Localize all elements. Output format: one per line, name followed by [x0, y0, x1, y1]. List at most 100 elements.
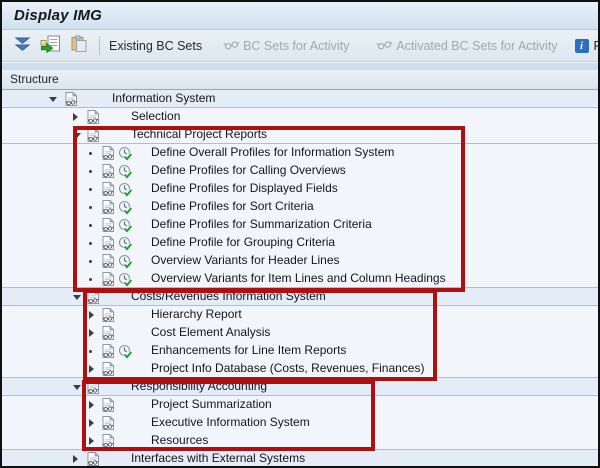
structure-header-label: Structure: [10, 72, 59, 86]
tree-row: Project Info Database (Costs, Revenues, …: [2, 360, 598, 378]
tree-item-label[interactable]: Resources: [151, 432, 208, 449]
img-node-doc-icon[interactable]: [101, 397, 117, 413]
img-node-doc-icon[interactable]: [86, 109, 102, 125]
tree-item-label[interactable]: Define Profiles for Sort Criteria: [151, 198, 314, 215]
leaf-bullet-icon: [89, 152, 92, 155]
tree-item-label[interactable]: Hierarchy Report: [151, 306, 242, 323]
activated-bc-sets-for-activity-button[interactable]: Activated BC Sets for Activity: [376, 38, 557, 54]
expand-triangle-icon[interactable]: [89, 401, 94, 409]
leaf-bullet-icon: [89, 170, 92, 173]
tree-item-label[interactable]: Responsibility Accounting: [131, 378, 267, 395]
tree-item-label[interactable]: Define Profile for Grouping Criteria: [151, 234, 335, 251]
paste-icon-button[interactable]: [68, 34, 89, 58]
tree-item-label[interactable]: Define Profiles for Summarization Criter…: [151, 216, 372, 233]
expand-triangle-icon[interactable]: [89, 365, 94, 373]
existing-bc-sets-label: Existing BC Sets: [109, 39, 202, 53]
expand-triangle-icon[interactable]: [73, 113, 78, 121]
tree-item-label[interactable]: Project Summarization: [151, 396, 272, 413]
leaf-bullet-icon: [89, 242, 92, 245]
tree-row: Overview Variants for Header Lines: [2, 252, 598, 270]
expand-triangle-icon[interactable]: [73, 455, 78, 463]
img-node-doc-icon[interactable]: [101, 235, 117, 251]
img-node-doc-icon[interactable]: [101, 217, 117, 233]
img-activity-icon[interactable]: [118, 199, 134, 215]
tree-item-label[interactable]: Overview Variants for Header Lines: [151, 252, 340, 269]
img-activity-icon[interactable]: [118, 343, 134, 359]
collapse-triangle-icon[interactable]: [73, 385, 81, 390]
bc-sets-for-activity-label: BC Sets for Activity: [243, 39, 349, 53]
img-activity-icon[interactable]: [118, 253, 134, 269]
leaf-bullet-icon: [89, 260, 92, 263]
toolbar-separator: [99, 36, 100, 55]
img-node-doc-icon[interactable]: [64, 91, 80, 107]
img-node-doc-icon[interactable]: [101, 343, 117, 359]
img-activity-icon[interactable]: [118, 271, 134, 287]
img-node-doc-icon[interactable]: [101, 145, 117, 161]
tree-row: Responsibility Accounting: [2, 378, 598, 396]
img-node-doc-icon[interactable]: [101, 253, 117, 269]
tree-item-label[interactable]: Interfaces with External Systems: [131, 450, 305, 467]
img-node-doc-icon[interactable]: [86, 127, 102, 143]
window-titlebar: Display IMG: [2, 2, 598, 30]
filter-icon-button[interactable]: [12, 34, 33, 58]
page-title: Display IMG: [2, 2, 102, 29]
tree-item-label[interactable]: Define Overall Profiles for Information …: [151, 144, 394, 161]
tree-row: Hierarchy Report: [2, 306, 598, 324]
img-activity-icon[interactable]: [118, 163, 134, 179]
img-node-doc-icon[interactable]: [101, 415, 117, 431]
tree-item-label[interactable]: Information System: [112, 90, 215, 107]
tree-row: Resources: [2, 432, 598, 450]
tree-row: Selection: [2, 108, 598, 126]
tree-row: Define Overall Profiles for Information …: [2, 144, 598, 162]
img-node-doc-icon[interactable]: [86, 289, 102, 305]
expand-triangle-icon[interactable]: [89, 311, 94, 319]
img-node-doc-icon[interactable]: [86, 379, 102, 395]
insert-in-bc-set-icon-button[interactable]: [39, 34, 62, 58]
tree-row: Information System: [2, 90, 598, 108]
tree-item-label[interactable]: Define Profiles for Calling Overviews: [151, 162, 346, 179]
sap-display-img-window: Display IMG: [0, 0, 600, 468]
img-node-doc-icon[interactable]: [86, 451, 102, 467]
img-node-doc-icon[interactable]: [101, 271, 117, 287]
clipboard-icon: [69, 35, 88, 56]
leaf-bullet-icon: [89, 188, 92, 191]
img-node-doc-icon[interactable]: [101, 163, 117, 179]
img-activity-icon[interactable]: [118, 235, 134, 251]
tree-item-label[interactable]: Overview Variants for Item Lines and Col…: [151, 270, 446, 287]
expand-triangle-icon[interactable]: [89, 437, 94, 445]
tree-row: Interfaces with External Systems: [2, 450, 598, 468]
tree-item-label[interactable]: Selection: [131, 108, 180, 125]
collapse-triangle-icon[interactable]: [73, 295, 81, 300]
leaf-bullet-icon: [89, 206, 92, 209]
tree-item-label[interactable]: Costs/Revenues Information System: [131, 288, 326, 305]
tree-item-label[interactable]: Define Profiles for Displayed Fields: [151, 180, 338, 197]
img-activity-icon[interactable]: [118, 145, 134, 161]
double-chevron-down-icon: [13, 37, 32, 55]
leaf-bullet-icon: [89, 278, 92, 281]
leaf-bullet-icon: [89, 350, 92, 353]
tree-item-label[interactable]: Project Info Database (Costs, Revenues, …: [151, 360, 424, 377]
img-node-doc-icon[interactable]: [101, 199, 117, 215]
img-node-doc-icon[interactable]: [101, 361, 117, 377]
expand-triangle-icon[interactable]: [89, 329, 94, 337]
expand-triangle-icon[interactable]: [89, 419, 94, 427]
collapse-triangle-icon[interactable]: [73, 133, 81, 138]
img-node-doc-icon[interactable]: [101, 181, 117, 197]
tree-item-label[interactable]: Enhancements for Line Item Reports: [151, 342, 346, 359]
activated-bc-sets-for-activity-label: Activated BC Sets for Activity: [396, 39, 557, 53]
img-node-doc-icon[interactable]: [101, 307, 117, 323]
application-toolbar: Existing BC Sets BC Sets for Activity: [2, 30, 598, 62]
collapse-triangle-icon[interactable]: [49, 97, 57, 102]
existing-bc-sets-button[interactable]: Existing BC Sets: [109, 39, 202, 53]
tree-item-label[interactable]: Technical Project Reports: [131, 126, 267, 143]
release-notes-button[interactable]: i Release: [575, 39, 600, 53]
tree-item-label[interactable]: Cost Element Analysis: [151, 324, 270, 341]
tree-row: Executive Information System: [2, 414, 598, 432]
img-activity-icon[interactable]: [118, 181, 134, 197]
img-activity-icon[interactable]: [118, 217, 134, 233]
img-node-doc-icon[interactable]: [101, 433, 117, 449]
bc-sets-for-activity-button[interactable]: BC Sets for Activity: [223, 38, 349, 54]
img-node-doc-icon[interactable]: [101, 325, 117, 341]
tree-item-label[interactable]: Executive Information System: [151, 414, 310, 431]
img-structure-tree: Information System Selection Technical P…: [2, 90, 598, 466]
